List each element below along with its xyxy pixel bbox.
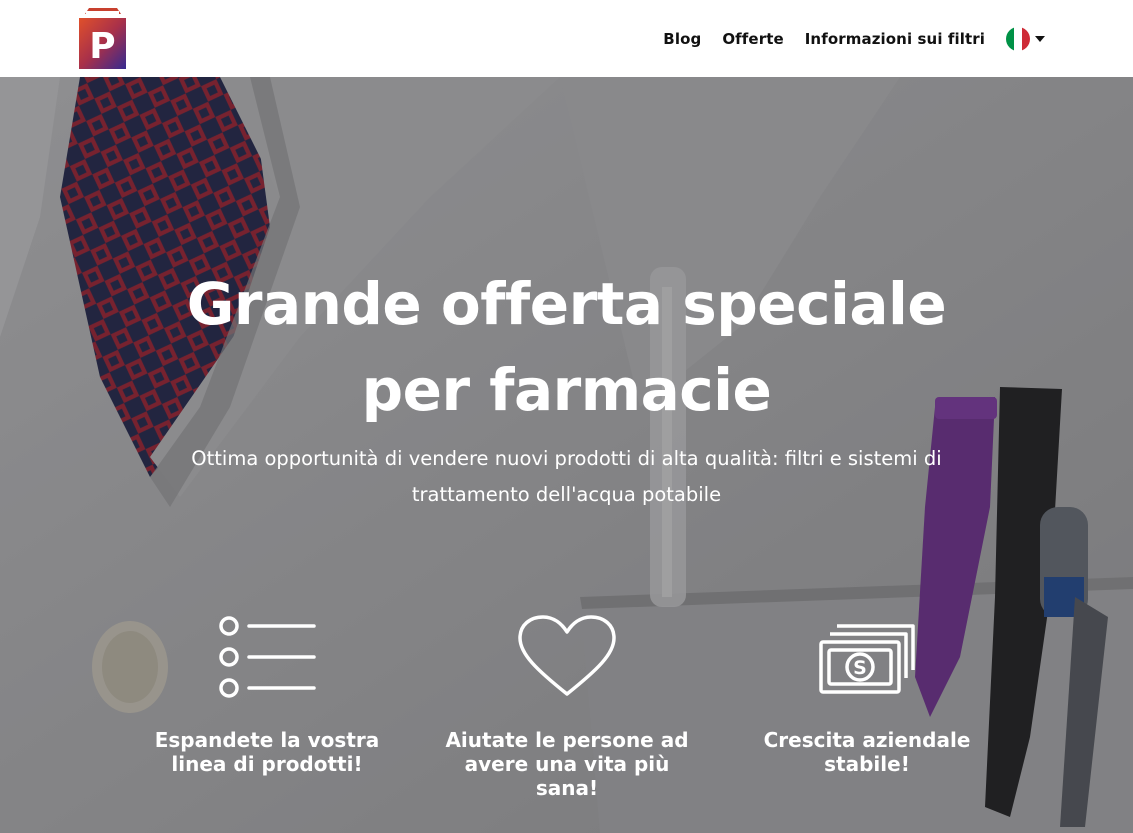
feature-expand-line: Espandete la vostra linea di prodotti!	[137, 614, 397, 776]
main-nav: Blog Offerte Informazioni sui filtri	[642, 0, 1045, 77]
feature-text: Espandete la vostra linea di prodotti!	[154, 728, 380, 776]
hero-subtitle: Ottima opportunità di vendere nuovi prod…	[191, 447, 942, 506]
logo[interactable]: P	[79, 8, 126, 69]
feature-text: Crescita aziendale stabile!	[763, 728, 971, 776]
site-header: P Blog Offerte Informazioni sui filtri	[0, 0, 1133, 77]
italian-flag-icon	[1006, 26, 1030, 51]
money-stack-icon: S	[819, 624, 915, 694]
feature-text: Aiutate le persone ad avere una vita più…	[445, 728, 689, 800]
nav-filters-info-link[interactable]: Informazioni sui filtri	[805, 30, 985, 48]
logo-letter: P	[89, 26, 115, 67]
feature-healthy-life: Aiutate le persone ad avere una vita più…	[437, 614, 697, 800]
hero-section: Grande offerta speciale per farmacie Ott…	[0, 77, 1133, 833]
hero-title-line2: per farmacie	[361, 356, 772, 424]
logo-icon: P	[79, 8, 126, 69]
nav-blog-link[interactable]: Blog	[663, 30, 701, 48]
chevron-down-icon	[1035, 35, 1045, 42]
heart-icon	[518, 615, 616, 696]
svg-text:S: S	[853, 657, 867, 679]
language-selector[interactable]	[1006, 26, 1045, 51]
nav-offers-link[interactable]: Offerte	[722, 30, 783, 48]
feature-business-growth: S Crescita aziendale stabile!	[737, 614, 997, 776]
hero-title: Grande offerta speciale per farmacie	[0, 261, 1133, 433]
hero-title-line1: Grande offerta speciale	[186, 270, 947, 338]
list-icon	[219, 616, 316, 698]
